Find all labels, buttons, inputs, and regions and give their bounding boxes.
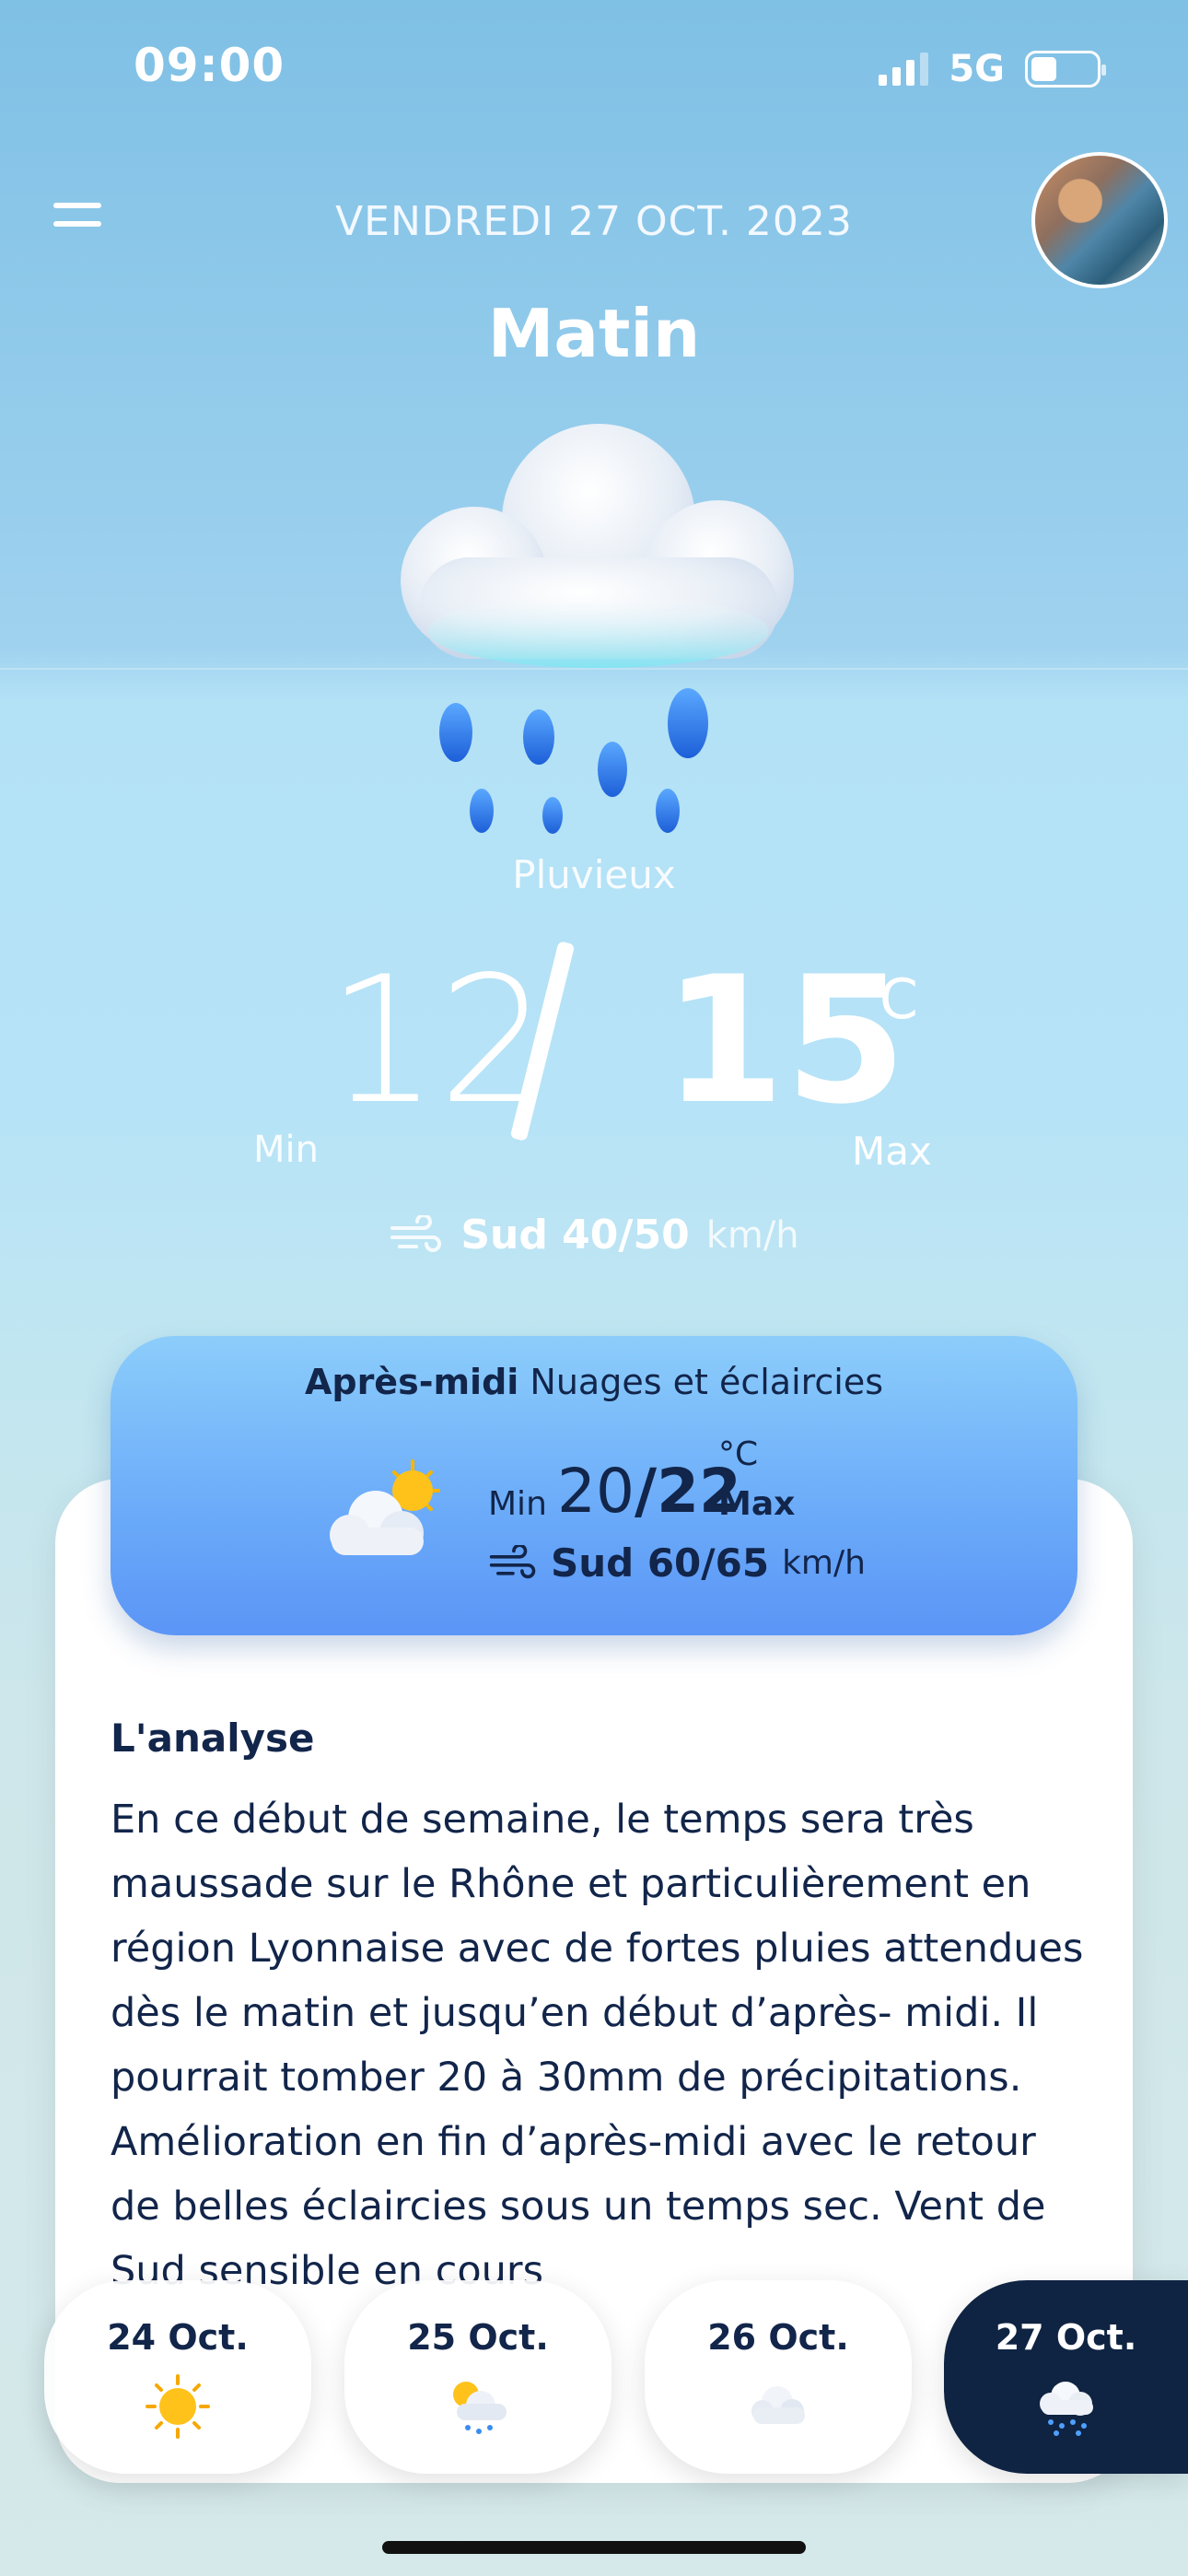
- min-label: Min: [253, 1129, 319, 1171]
- battery-icon: [1025, 51, 1106, 88]
- wind-info: Sud 40/50 km/h: [0, 1212, 1188, 1259]
- max-label: Max: [852, 1129, 932, 1174]
- wind-icon: [489, 1544, 536, 1578]
- afternoon-temps: 20/22: [557, 1456, 741, 1527]
- analysis-text: En ce début de semaine, le temps sera tr…: [111, 1797, 1084, 2294]
- day-label: 27 Oct.: [995, 2317, 1137, 2358]
- rain-cloud-icon: [401, 424, 794, 834]
- temp-min: 12: [327, 939, 550, 1142]
- rain-cloud-icon: [1039, 2382, 1093, 2436]
- day-tab-24[interactable]: 24 Oct.: [44, 2280, 311, 2474]
- afternoon-max-label: Max: [718, 1485, 796, 1523]
- day-label: 24 Oct.: [107, 2317, 249, 2358]
- afternoon-wind-speed: Sud 60/65: [551, 1540, 770, 1586]
- sun-cloud-icon: [330, 1459, 440, 1555]
- period-title: Matin: [487, 295, 701, 372]
- afternoon-wind: Sud 60/65 km/h: [488, 1540, 866, 1586]
- afternoon-temp-sep: /: [634, 1456, 658, 1527]
- temp-unit: °C: [852, 967, 918, 1032]
- afternoon-condition: Nuages et éclaircies: [530, 1362, 884, 1402]
- page-date: VENDREDI 27 OCT. 2023: [335, 198, 853, 245]
- home-indicator[interactable]: [382, 2541, 806, 2554]
- condition-label: Pluvieux: [512, 852, 676, 897]
- day-tab-27[interactable]: 27 Oct.: [944, 2280, 1188, 2474]
- sun-rain-icon: [453, 2382, 507, 2434]
- afternoon-title: Après-midi Nuages et éclaircies: [111, 1362, 1077, 1402]
- sun-icon: [146, 2374, 210, 2439]
- wind-unit: km/h: [705, 1213, 799, 1257]
- network-label: 5G: [949, 48, 1005, 90]
- day-tab-25[interactable]: 25 Oct.: [344, 2280, 611, 2474]
- afternoon-temp-min: 20: [557, 1456, 635, 1527]
- avatar[interactable]: [1031, 152, 1168, 288]
- afternoon-wind-unit: km/h: [782, 1544, 866, 1582]
- status-time: 09:00: [134, 39, 285, 92]
- wind-icon: [390, 1214, 442, 1252]
- afternoon-min-label: Min: [488, 1485, 547, 1523]
- day-label: 26 Oct.: [707, 2317, 849, 2358]
- day-tab-26[interactable]: 26 Oct.: [645, 2280, 912, 2474]
- day-label: 25 Oct.: [407, 2317, 549, 2358]
- wind-speed: Sud 40/50: [460, 1212, 690, 1259]
- signal-icon: [879, 53, 929, 86]
- status-icons: 5G: [879, 48, 1106, 90]
- cloud-icon: [751, 2386, 805, 2424]
- afternoon-unit: °C: [718, 1435, 759, 1473]
- analysis-title: L'analyse: [111, 1715, 315, 1761]
- afternoon-label: Après-midi: [304, 1362, 519, 1402]
- afternoon-card[interactable]: Après-midi Nuages et éclaircies Min 20/2…: [111, 1336, 1077, 1635]
